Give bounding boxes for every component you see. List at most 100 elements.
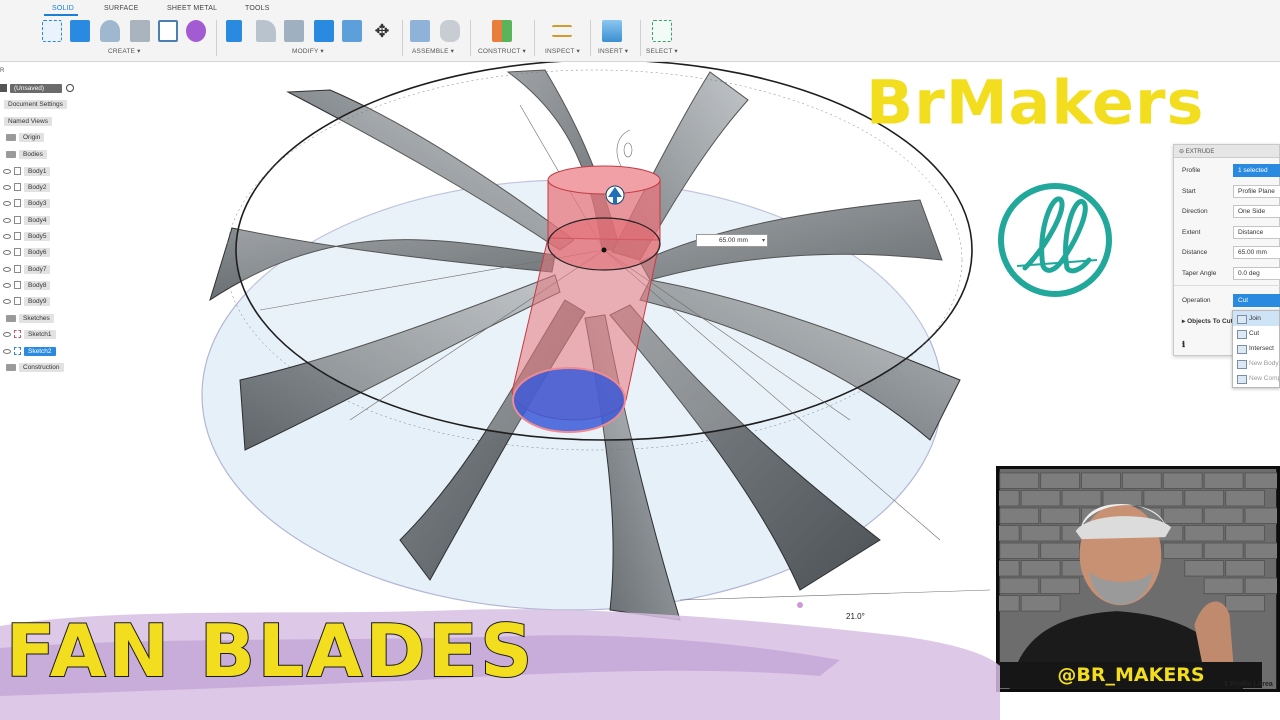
create-sketch-icon[interactable] — [42, 20, 62, 42]
insert-menu[interactable]: INSERT ▾ — [598, 47, 628, 55]
extrude-arrow-icon[interactable] — [605, 185, 625, 205]
profile-field[interactable]: 1 selected — [1233, 164, 1280, 177]
eye-icon[interactable] — [3, 331, 11, 337]
folder-icon — [6, 363, 16, 371]
tab-tools[interactable]: TOOLS — [245, 5, 270, 12]
eye-icon[interactable] — [3, 249, 11, 255]
tab-solid[interactable]: SOLID — [52, 5, 74, 12]
active-tab-indicator — [44, 14, 78, 16]
assemble-menu[interactable]: ASSEMBLE ▾ — [412, 47, 454, 55]
body-icon — [14, 199, 21, 207]
inspect-menu[interactable]: INSPECT ▾ — [545, 47, 580, 55]
select-menu[interactable]: SELECT ▾ — [646, 47, 678, 55]
press-pull-icon[interactable] — [226, 20, 242, 42]
browser-panel: R (Unsaved) Document Settings Named View… — [0, 62, 156, 382]
chamfer-icon[interactable] — [284, 20, 304, 42]
browser-body[interactable]: Body5 — [0, 230, 51, 242]
profile-label: Profile — [1182, 167, 1201, 174]
webcam-feed — [996, 466, 1280, 692]
eye-icon[interactable] — [3, 168, 11, 174]
body-icon — [14, 183, 21, 191]
browser-origin[interactable]: Origin — [0, 131, 45, 143]
modify-menu[interactable]: MODIFY ▾ — [292, 47, 324, 55]
distance-input[interactable]: 65.00 mm ▾ — [696, 234, 768, 247]
eye-icon[interactable] — [3, 233, 11, 239]
offset-plane-icon[interactable] — [492, 20, 512, 42]
start-label: Start — [1182, 188, 1196, 195]
eye-icon[interactable] — [3, 266, 11, 272]
extrude-icon[interactable] — [70, 20, 90, 42]
brmakers-logo — [998, 183, 1112, 297]
tab-sheet-metal[interactable]: SHEET METAL — [167, 5, 217, 12]
sweep-icon[interactable] — [130, 20, 150, 42]
browser-root[interactable]: (Unsaved) — [0, 82, 74, 94]
operation-select[interactable]: Cut — [1233, 294, 1280, 307]
create-menu[interactable]: CREATE ▾ — [108, 47, 141, 55]
browser-construction[interactable]: Construction — [0, 361, 64, 373]
operation-option-join[interactable]: Join — [1233, 311, 1279, 326]
revolve-icon[interactable] — [100, 20, 120, 42]
browser-header: R — [0, 68, 5, 74]
move-icon[interactable]: ✥ — [372, 20, 392, 42]
activate-radio-icon[interactable] — [66, 84, 74, 92]
eye-icon[interactable] — [3, 217, 11, 223]
body-icon — [14, 297, 21, 305]
toolbar-divider — [402, 20, 403, 56]
browser-bodies-folder[interactable]: Bodies — [0, 148, 47, 160]
start-select[interactable]: Profile Plane — [1233, 185, 1280, 198]
new-component-icon[interactable] — [410, 20, 430, 42]
toolbar-divider — [534, 20, 535, 56]
taper-field[interactable]: 0.0 deg — [1233, 267, 1280, 280]
operation-label: Operation — [1182, 297, 1211, 304]
browser-body[interactable]: Body8 — [0, 279, 51, 291]
social-handle-banner: @BR_MAKERS — [1000, 662, 1262, 688]
form-icon[interactable] — [186, 20, 206, 42]
extent-select[interactable]: Distance — [1233, 226, 1280, 239]
tab-surface[interactable]: SURFACE — [104, 5, 138, 12]
eye-icon[interactable] — [3, 184, 11, 190]
body-icon — [14, 232, 21, 240]
eye-icon[interactable] — [3, 282, 11, 288]
fillet-icon[interactable] — [256, 20, 276, 42]
body-icon — [14, 265, 21, 273]
browser-sketch[interactable]: Sketch1 — [0, 328, 56, 340]
body-icon — [14, 248, 21, 256]
select-icon[interactable] — [652, 20, 672, 42]
extrude-title[interactable]: ⊖ EXTRUDE — [1174, 145, 1279, 158]
distance-label: Distance — [1182, 249, 1208, 256]
browser-body[interactable]: Body7 — [0, 263, 51, 275]
browser-body[interactable]: Body2 — [0, 181, 51, 193]
browser-body[interactable]: Body9 — [0, 295, 51, 307]
operation-option-intersect[interactable]: Intersect — [1233, 341, 1279, 356]
browser-body[interactable]: Body4 — [0, 214, 51, 226]
distance-field[interactable]: 65.00 mm — [1233, 246, 1280, 259]
browser-document-settings[interactable]: Document Settings — [4, 98, 67, 110]
operation-option-new-component[interactable]: New Component — [1233, 371, 1280, 386]
operation-option-cut[interactable]: Cut — [1233, 326, 1279, 341]
toolbar-divider — [216, 20, 217, 56]
extent-label: Extent — [1182, 229, 1201, 236]
selected-profile[interactable] — [512, 367, 626, 433]
browser-named-views[interactable]: Named Views — [4, 115, 52, 127]
objects-to-cut-toggle[interactable]: ▸ Objects To Cut — [1182, 317, 1233, 325]
loft-icon[interactable] — [158, 20, 178, 42]
combine-icon[interactable] — [342, 20, 362, 42]
browser-sketch[interactable]: Sketch2 — [0, 345, 56, 357]
chevron-down-icon[interactable]: ▾ — [762, 237, 765, 244]
shell-icon[interactable] — [314, 20, 334, 42]
measure-icon[interactable] — [552, 25, 572, 37]
eye-icon[interactable] — [3, 200, 11, 206]
eye-icon[interactable] — [3, 298, 11, 304]
insert-image-icon[interactable] — [602, 20, 622, 42]
joint-icon[interactable] — [440, 20, 460, 42]
toolbar: SOLID SURFACE SHEET METAL TOOLS CREATE ▾… — [0, 0, 1280, 62]
browser-body[interactable]: Body3 — [0, 197, 51, 209]
browser-sketches-folder[interactable]: Sketches — [0, 312, 54, 324]
eye-icon[interactable] — [3, 348, 11, 354]
direction-select[interactable]: One Side — [1233, 205, 1280, 218]
operation-option-new-body[interactable]: New Body — [1233, 356, 1279, 371]
construct-menu[interactable]: CONSTRUCT ▾ — [478, 47, 526, 55]
info-icon[interactable]: ℹ — [1182, 340, 1185, 349]
browser-body[interactable]: Body1 — [0, 165, 51, 177]
browser-body[interactable]: Body6 — [0, 246, 51, 258]
